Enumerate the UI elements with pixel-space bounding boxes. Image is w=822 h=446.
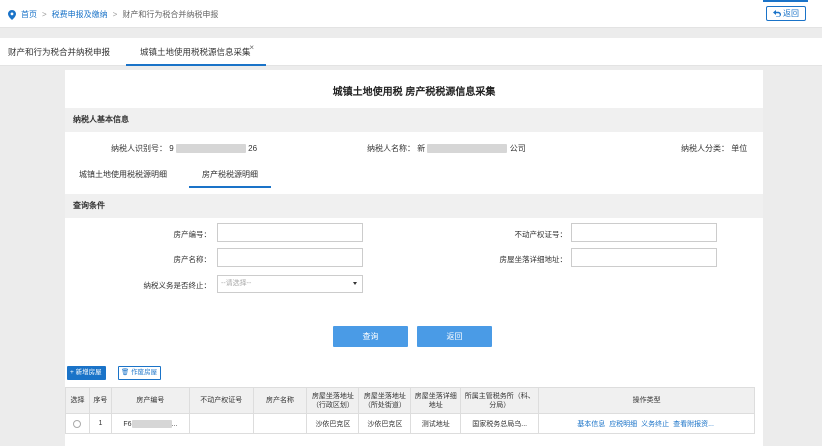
- tab-label: 财产和行为税合并纳税申报: [8, 47, 111, 57]
- breadcrumb-separator: >: [42, 10, 47, 19]
- property-no-label: 房产编号：: [173, 230, 212, 239]
- col-header: 房屋坐落地址（行政区划）: [306, 387, 360, 414]
- add-property-button[interactable]: + 新增房屋: [67, 366, 106, 380]
- redacted-block: [427, 144, 508, 154]
- cert-no-input[interactable]: [571, 223, 717, 242]
- taxpayer-type-value: 单位: [731, 144, 748, 153]
- row-street: 沙依巴克区: [358, 413, 412, 434]
- terminated-label: 纳税义务是否终止：: [143, 281, 212, 290]
- query-header: 查询条件: [65, 194, 763, 218]
- row-district: 沙依巴克区: [306, 413, 360, 434]
- col-header: 房屋坐落地址（所处街道）: [358, 387, 412, 414]
- col-header: 不动产权证号: [188, 387, 254, 414]
- breadcrumb-separator: >: [112, 10, 118, 19]
- breadcrumb-current: 财产和行为税合并纳税申报: [122, 10, 219, 19]
- breadcrumb-bar: 首页 > 税费申报及缴纳 > 财产和行为税合并纳税申报 返回: [0, 0, 822, 28]
- page-title: 城镇土地使用税 房产税税源信息采集: [332, 87, 496, 98]
- taxpayer-info-header: 纳税人基本信息: [65, 108, 763, 132]
- taxpayer-name-prefix: 新: [417, 144, 426, 153]
- top-back-label: 返回: [783, 9, 799, 18]
- search-button[interactable]: 查询: [333, 326, 408, 347]
- row-index: 1: [88, 413, 112, 434]
- row-radio[interactable]: [73, 419, 82, 428]
- op-view-attachments-link[interactable]: 查看附报资...: [673, 421, 714, 428]
- taxpayer-type: 纳税人分类： 单位: [681, 143, 747, 154]
- location-pin-icon: [8, 9, 16, 20]
- address-input[interactable]: [571, 248, 717, 267]
- row-address: 测试地址: [410, 413, 462, 434]
- row-operations: 基本信息 应税明细 义务终止 查看附报资...: [538, 413, 755, 434]
- add-property-label: 新增房屋: [75, 369, 102, 376]
- detail-subtabs: 城镇土地使用税税源明细 房产税税源明细: [65, 166, 763, 188]
- address-label: 房屋坐落详细地址：: [499, 255, 568, 264]
- table-header-row: 选择 序号 房产编号 不动产权证号 房产名称 房屋坐落地址（行政区划） 房屋坐落…: [65, 387, 755, 414]
- tab-source-collection[interactable]: 城镇土地使用税税源信息采集 ×: [126, 38, 266, 66]
- terminated-select-value: --请选择--: [221, 280, 252, 287]
- subtab-land-use-tax[interactable]: 城镇土地使用税税源明细: [79, 166, 167, 188]
- col-header: 操作类型: [538, 387, 755, 414]
- property-table: 选择 序号 房产编号 不动产权证号 房产名称 房屋坐落地址（行政区划） 房屋坐落…: [65, 387, 755, 434]
- property-name-label: 房产名称：: [173, 255, 212, 264]
- taxpayer-id-prefix: 9: [169, 144, 174, 153]
- row-property-name: [252, 413, 308, 434]
- col-header: 房屋坐落详细地址: [410, 387, 462, 414]
- col-header: 选择: [65, 387, 90, 414]
- col-header: 房产名称: [252, 387, 308, 414]
- col-header: 房产编号: [110, 387, 190, 414]
- trash-icon: 🗑: [121, 369, 130, 376]
- row-select-cell: [65, 413, 90, 434]
- op-basic-info-link[interactable]: 基本信息: [577, 421, 605, 428]
- cert-no-label: 不动产权证号：: [514, 230, 568, 239]
- tab-combined-filing[interactable]: 财产和行为税合并纳税申报: [8, 38, 110, 66]
- redacted-block: [175, 144, 246, 154]
- taxpayer-name-label: 纳税人名称：: [367, 144, 415, 153]
- main-panel: 城镇土地使用税 房产税税源信息采集 纳税人基本信息 纳税人识别号： 9 26 纳…: [65, 70, 763, 446]
- breadcrumb-tax-filing[interactable]: 税费申报及缴纳: [52, 9, 108, 20]
- row-office: 国家税务总局乌...: [460, 413, 540, 434]
- page-tab-bar: 财产和行为税合并纳税申报 城镇土地使用税税源信息采集 ×: [0, 38, 822, 66]
- taxpayer-id-suffix: 26: [248, 144, 258, 153]
- top-accent-line: [763, 0, 808, 2]
- return-button[interactable]: 返回: [417, 326, 492, 347]
- subtab-property-tax[interactable]: 房产税税源明细: [189, 166, 271, 188]
- row-property-no: F6...: [110, 413, 190, 434]
- row-cert-no: [188, 413, 254, 434]
- chevron-down-icon: [353, 282, 357, 285]
- terminated-select[interactable]: --请选择--: [217, 275, 363, 293]
- op-taxable-detail-link[interactable]: 应税明细: [609, 421, 637, 428]
- taxpayer-type-label: 纳税人分类：: [681, 144, 729, 153]
- void-property-button[interactable]: 🗑 作废房屋: [118, 366, 162, 380]
- col-header: 序号: [88, 387, 112, 414]
- void-property-label: 作废房屋: [131, 369, 158, 376]
- property-name-input[interactable]: [217, 248, 363, 267]
- op-terminate-link[interactable]: 义务终止: [641, 421, 669, 428]
- taxpayer-name: 纳税人名称： 新 公司: [367, 143, 526, 154]
- property-no-suffix: ...: [171, 420, 178, 428]
- table-row: 1 F6... 沙依巴克区 沙依巴克区 测试地址 国家税务总局乌... 基本信息…: [65, 413, 755, 434]
- taxpayer-name-suffix: 公司: [509, 144, 526, 153]
- col-header: 所属主管税务所（科、分局）: [460, 387, 540, 414]
- taxpayer-id-label: 纳税人识别号：: [111, 144, 167, 153]
- tab-close-icon[interactable]: ×: [249, 34, 254, 62]
- top-back-button[interactable]: 返回: [766, 6, 806, 21]
- plus-icon: +: [70, 369, 74, 376]
- return-arrow-icon: [773, 10, 781, 17]
- redacted-block: [131, 419, 172, 428]
- taxpayer-id: 纳税人识别号： 9 26: [111, 143, 257, 154]
- property-no-prefix: F6: [123, 420, 132, 428]
- property-no-input[interactable]: [217, 223, 363, 242]
- tab-label: 城镇土地使用税税源信息采集: [140, 47, 251, 57]
- breadcrumb: 首页 > 税费申报及缴纳 > 财产和行为税合并纳税申报: [8, 9, 218, 20]
- breadcrumb-home[interactable]: 首页: [21, 9, 37, 20]
